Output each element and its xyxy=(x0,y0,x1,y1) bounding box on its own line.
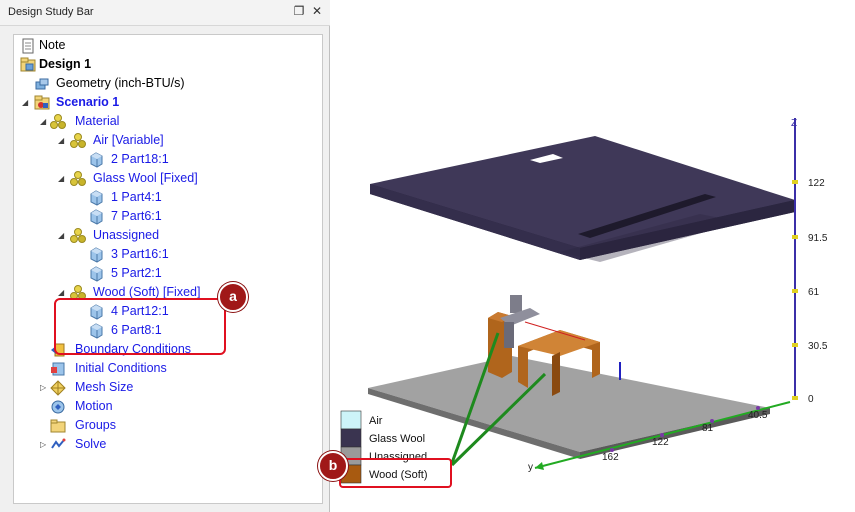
tree-item-label: Material xyxy=(75,114,120,128)
tree-item-mesh[interactable]: ▷ Mesh Size xyxy=(14,378,314,397)
material-icon xyxy=(70,133,86,149)
collapse-arrow-icon[interactable]: ◢ xyxy=(40,112,50,131)
mesh-icon xyxy=(50,380,66,396)
part-icon xyxy=(88,209,104,225)
tree-item-material[interactable]: ◢ Material xyxy=(14,112,314,131)
tree-item-label: Design 1 xyxy=(39,57,92,71)
dock-pin-icon[interactable]: ❐ xyxy=(292,4,306,20)
motion-icon xyxy=(50,399,66,415)
z-axis-label: Z xyxy=(791,118,797,129)
tree-item-label: Mesh Size xyxy=(75,380,134,394)
legend-swatch xyxy=(340,410,362,430)
tree-item-label: Groups xyxy=(75,418,116,432)
tree-item-label: Solve xyxy=(75,437,107,451)
tree-item-label: Note xyxy=(39,38,66,52)
z-axis-tick-mark xyxy=(792,180,798,184)
groups-icon xyxy=(50,418,66,434)
tree-item-geometry[interactable]: Geometry (inch-BTU/s) xyxy=(14,74,314,93)
tree-item-glasswool[interactable]: ◢ Glass Wool [Fixed] xyxy=(14,169,314,188)
panel-title: Design Study Bar xyxy=(8,6,94,18)
tree-item-air[interactable]: ◢ Air [Variable] xyxy=(14,131,314,150)
tree-item-label: 7 Part6:1 xyxy=(111,209,162,223)
part-icon xyxy=(88,152,104,168)
z-axis-tick-label: 122 xyxy=(808,178,825,189)
tree-item-label: Motion xyxy=(75,399,113,413)
collapse-arrow-icon[interactable]: ◢ xyxy=(58,169,68,188)
z-axis-tick-label: 0 xyxy=(808,394,814,405)
collapse-arrow-icon[interactable]: ◢ xyxy=(22,93,32,112)
design-icon xyxy=(20,57,36,73)
legend-label: Glass Wool xyxy=(369,433,425,445)
callout-b-badge: b xyxy=(318,451,348,481)
tree-item-initial[interactable]: Initial Conditions xyxy=(14,359,314,378)
material-icon xyxy=(70,171,86,187)
design-study-bar-panel: Design Study Bar ❐ ✕ Note Design 1 Geometr… xyxy=(0,0,330,512)
tree-item-label: Initial Conditions xyxy=(75,361,167,375)
tree-item-label: 1 Part4:1 xyxy=(111,190,162,204)
tree-item-part6[interactable]: 7 Part6:1 xyxy=(14,207,314,226)
3d-viewport[interactable]: Z y 122 91.5 61 30.5 0 40.5 81 122 162 Air Glass… xyxy=(330,0,855,512)
base-plate[interactable] xyxy=(368,356,770,459)
material-icon xyxy=(70,228,86,244)
z-axis-tick-label: 61 xyxy=(808,287,820,298)
part-icon xyxy=(88,266,104,282)
tree-item-motion[interactable]: Motion xyxy=(14,397,314,416)
callout-a-highlight-box xyxy=(54,298,226,355)
part-icon xyxy=(88,190,104,206)
design-study-tree: Note Design 1 Geometry (inch-BTU/s) ◢ Scenar… xyxy=(13,34,323,504)
note-icon xyxy=(20,38,36,54)
callout-b-highlight-box xyxy=(339,458,452,488)
tree-item-part2[interactable]: 5 Part2:1 xyxy=(14,264,314,283)
initial-icon xyxy=(50,361,66,377)
z-axis-tick-mark xyxy=(792,343,798,347)
tree-item-label: 2 Part18:1 xyxy=(111,152,169,166)
panel-titlebar: Design Study Bar ❐ ✕ xyxy=(0,0,330,26)
tree-item-label: Air [Variable] xyxy=(93,133,164,147)
z-axis-tick-mark xyxy=(792,289,798,293)
tree-item-design[interactable]: Design 1 xyxy=(14,55,314,74)
lid-part[interactable] xyxy=(370,136,795,262)
tree-item-label: 5 Part2:1 xyxy=(111,266,162,280)
material-icon xyxy=(50,114,66,130)
expand-arrow-icon[interactable]: ▷ xyxy=(40,378,50,397)
tree-item-note[interactable]: Note xyxy=(14,36,314,55)
collapse-arrow-icon[interactable]: ◢ xyxy=(58,226,68,245)
legend-label: Air xyxy=(369,415,383,427)
tree-item-label: Geometry (inch-BTU/s) xyxy=(56,76,185,90)
tree-item-label: Scenario 1 xyxy=(56,95,120,109)
tree-item-unassigned[interactable]: ◢ Unassigned xyxy=(14,226,314,245)
z-axis-tick-mark xyxy=(792,396,798,400)
tree-item-label: 3 Part16:1 xyxy=(111,247,169,261)
y-axis-label: y xyxy=(528,462,533,473)
collapse-arrow-icon[interactable]: ◢ xyxy=(58,131,68,150)
x-axis-tick-label: 122 xyxy=(652,437,669,448)
x-axis-tick-label: 81 xyxy=(702,423,714,434)
tree-item-label: Unassigned xyxy=(93,228,160,242)
tree-item-scenario[interactable]: ◢ Scenario 1 xyxy=(14,93,314,112)
geometry-icon xyxy=(34,76,50,92)
z-axis-ticks: 122 91.5 61 30.5 0 xyxy=(792,178,828,405)
tree-item-label: Glass Wool [Fixed] xyxy=(93,171,198,185)
tree-item-solve[interactable]: ▷ Solve xyxy=(14,435,314,454)
close-icon[interactable]: ✕ xyxy=(310,4,324,20)
z-axis-tick-label: 30.5 xyxy=(808,341,828,352)
tree-item-part4[interactable]: 1 Part4:1 xyxy=(14,188,314,207)
scenario-icon xyxy=(34,95,50,111)
x-axis-tick-label: 162 xyxy=(602,452,619,463)
z-axis-tick-label: 91.5 xyxy=(808,233,828,244)
z-axis-tick-mark xyxy=(792,235,798,239)
x-axis-tick-label: 40.5 xyxy=(748,410,768,421)
expand-arrow-icon[interactable]: ▷ xyxy=(40,435,50,454)
solve-icon xyxy=(50,437,66,453)
tree-item-part18[interactable]: 2 Part18:1 xyxy=(14,150,314,169)
callout-a-badge: a xyxy=(218,282,248,312)
tree-item-groups[interactable]: Groups xyxy=(14,416,314,435)
tree-item-part16[interactable]: 3 Part16:1 xyxy=(14,245,314,264)
part-icon xyxy=(88,247,104,263)
legend-swatch xyxy=(340,428,362,448)
